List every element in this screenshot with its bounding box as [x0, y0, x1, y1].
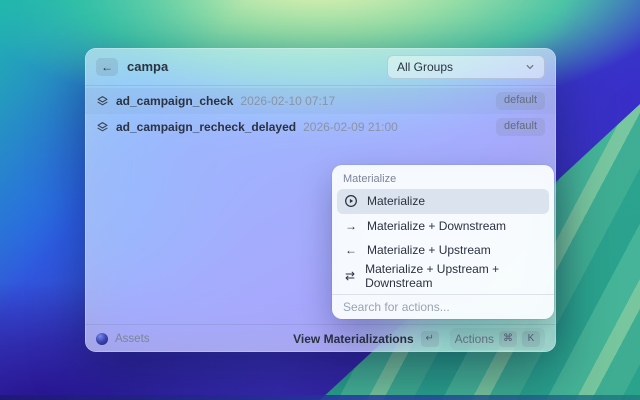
group-badge: default: [496, 92, 545, 109]
asset-timestamp: 2026-02-10 07:17: [240, 94, 335, 108]
wallpaper-bottom-strip: [0, 395, 640, 400]
arrows-swap-icon: ⇄: [344, 269, 356, 283]
asset-search-input[interactable]: [127, 59, 378, 74]
menu-item-materialize[interactable]: Materialize: [337, 189, 549, 214]
return-key-icon: ↵: [421, 331, 439, 347]
actions-shortcut-button[interactable]: Actions ⌘ K: [450, 328, 545, 350]
popup-section-header: Materialize: [332, 165, 554, 189]
play-circle-icon: [344, 194, 358, 208]
chevron-down-icon: [525, 62, 535, 72]
asset-row[interactable]: ad_campaign_recheck_delayed 2026-02-09 2…: [85, 114, 556, 140]
arrow-left-icon: ←: [344, 243, 358, 257]
asset-result-list: ad_campaign_check 2026-02-10 07:17 defau…: [85, 86, 556, 142]
menu-item-label: Materialize + Upstream: [367, 243, 491, 257]
menu-item-materialize-upstream-downstream[interactable]: ⇄ Materialize + Upstream + Downstream: [337, 263, 549, 289]
footer-app-label: Assets: [115, 333, 150, 345]
command-palette-window: ← All Groups ad_campaign_check 2026-02-1…: [85, 48, 556, 352]
k-key-icon: K: [522, 331, 540, 347]
back-button[interactable]: ←: [96, 58, 118, 76]
back-arrow-icon: ←: [101, 60, 113, 74]
asset-row[interactable]: ad_campaign_check 2026-02-10 07:17 defau…: [85, 88, 556, 114]
actions-label: Actions: [455, 332, 494, 346]
app-logo-icon: [96, 333, 108, 345]
asset-layers-icon: [96, 95, 109, 108]
palette-footer: Assets View Materializations ↵ Actions ⌘…: [85, 324, 556, 352]
command-key-icon: ⌘: [499, 331, 517, 347]
view-materializations-button[interactable]: View Materializations: [293, 332, 414, 346]
materialize-actions-popup: Materialize Materialize → Materialize + …: [332, 165, 554, 319]
asset-timestamp: 2026-02-09 21:00: [303, 120, 398, 134]
group-badge: default: [496, 118, 545, 135]
asset-name: ad_campaign_check: [116, 94, 233, 108]
menu-item-label: Materialize: [367, 194, 425, 208]
menu-item-label: Materialize + Downstream: [367, 219, 506, 233]
palette-topbar: ← All Groups: [85, 48, 556, 85]
asset-name: ad_campaign_recheck_delayed: [116, 120, 296, 134]
menu-item-materialize-upstream[interactable]: ← Materialize + Upstream: [337, 238, 549, 263]
arrow-right-icon: →: [344, 219, 358, 233]
groups-filter-dropdown[interactable]: All Groups: [387, 55, 545, 79]
groups-filter-value: All Groups: [397, 60, 453, 74]
menu-item-materialize-downstream[interactable]: → Materialize + Downstream: [337, 214, 549, 239]
actions-search-input[interactable]: [332, 294, 554, 319]
asset-layers-icon: [96, 121, 109, 134]
menu-item-label: Materialize + Upstream + Downstream: [365, 262, 542, 290]
